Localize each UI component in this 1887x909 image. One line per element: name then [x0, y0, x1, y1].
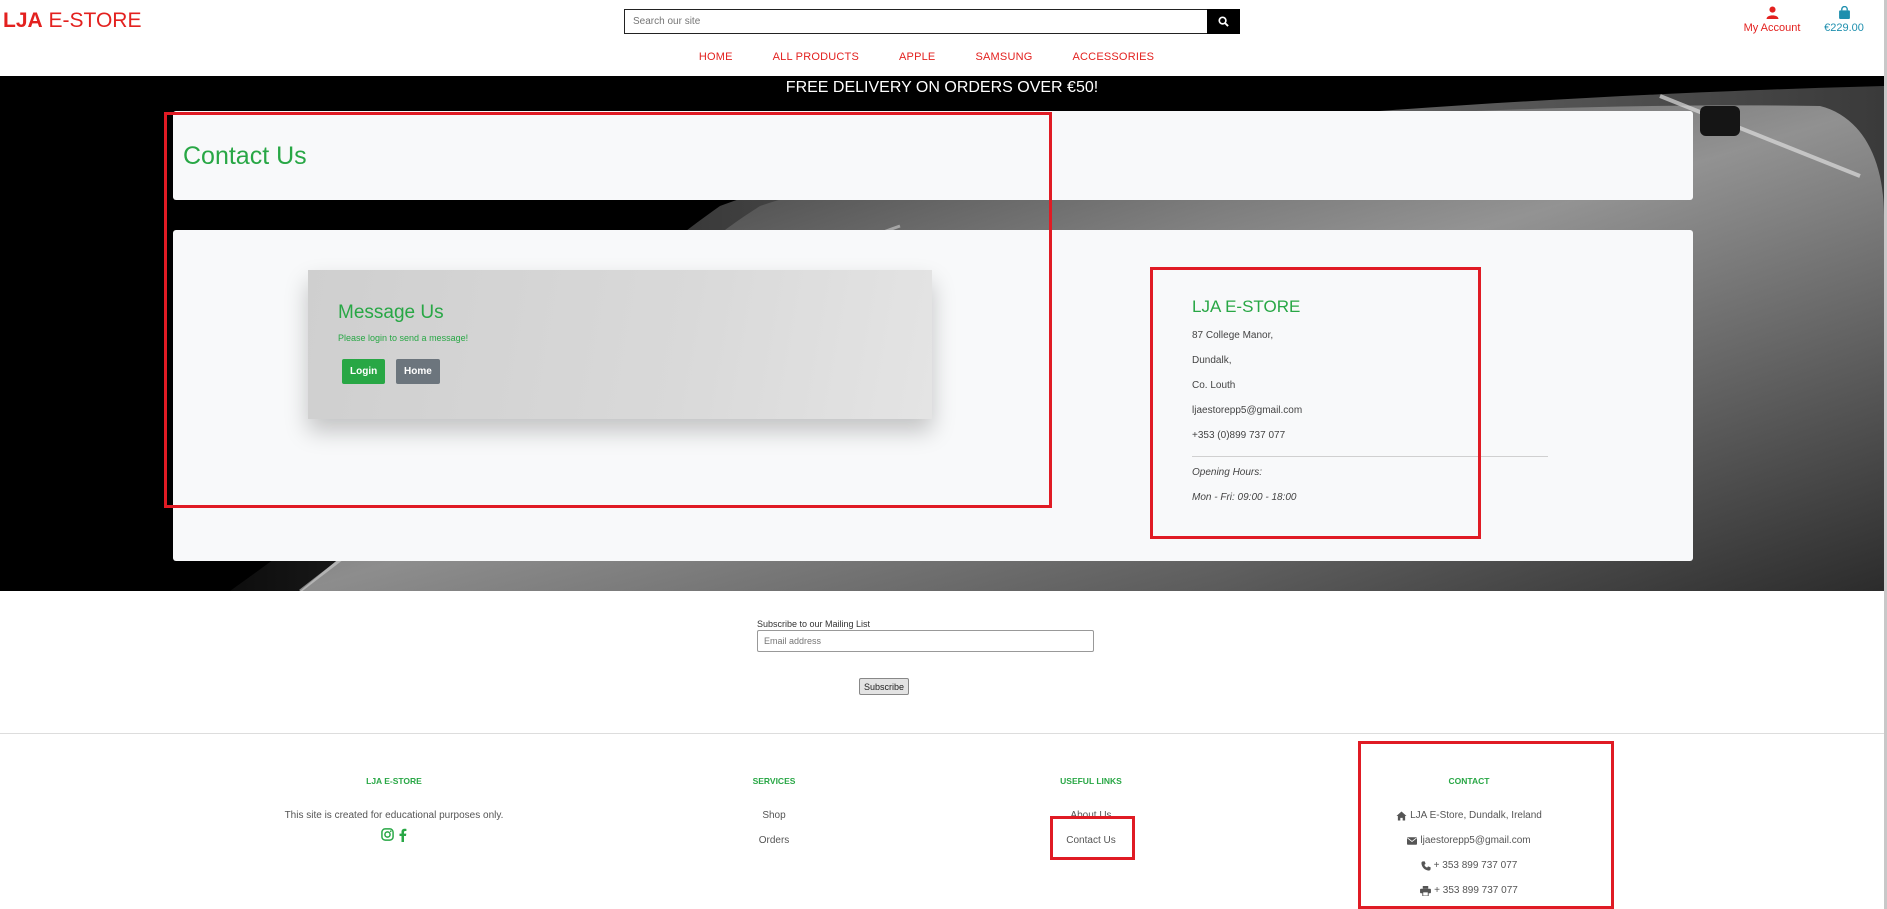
- subscribe-button[interactable]: Subscribe: [859, 678, 910, 695]
- user-icon: [1766, 6, 1778, 19]
- highlight-footer-contact-link: [1050, 816, 1135, 860]
- main-nav: HOME ALL PRODUCTS APPLE SAMSUNG ACCESSOR…: [0, 51, 1887, 63]
- free-delivery-banner: FREE DELIVERY ON ORDERS OVER €50!: [785, 79, 1099, 96]
- brand-rest: E-STORE: [42, 9, 142, 32]
- footer-link-orders[interactable]: Orders: [759, 835, 790, 846]
- nav-accessories[interactable]: ACCESSORIES: [1073, 51, 1155, 63]
- nav-home[interactable]: HOME: [699, 51, 733, 63]
- footer-about-text: This site is created for educational pur…: [284, 810, 504, 821]
- footer-services: SERVICES Shop Orders: [694, 734, 854, 853]
- cart-total: €229.00: [1824, 22, 1864, 34]
- shopping-bag-icon: [1838, 5, 1850, 19]
- brand-logo[interactable]: LJA E-STORE: [3, 9, 141, 33]
- highlight-store-address: [1150, 267, 1481, 539]
- cart-link[interactable]: €229.00: [1820, 5, 1868, 34]
- nav-all-products[interactable]: ALL PRODUCTS: [773, 51, 859, 63]
- mailing-list-label: Subscribe to our Mailing List: [757, 619, 871, 629]
- my-account-label: My Account: [1743, 22, 1801, 34]
- footer-about: LJA E-STORE This site is created for edu…: [234, 734, 554, 842]
- footer-link-shop[interactable]: Shop: [762, 810, 785, 821]
- highlight-footer-contact: [1358, 741, 1614, 909]
- facebook-icon[interactable]: [398, 828, 407, 842]
- search-icon: [1218, 16, 1229, 27]
- social-links: [234, 828, 554, 842]
- search-input[interactable]: [624, 9, 1207, 34]
- footer-about-title: LJA E-STORE: [366, 776, 422, 786]
- search-button[interactable]: [1207, 9, 1240, 34]
- instagram-icon[interactable]: [381, 828, 394, 841]
- email-field[interactable]: [757, 630, 1094, 652]
- highlight-contact-form: [164, 112, 1052, 508]
- search-bar: [624, 9, 1240, 34]
- my-account-link[interactable]: My Account: [1740, 6, 1804, 34]
- brand-bold: LJA: [3, 9, 43, 32]
- footer-useful-title: USEFUL LINKS: [1060, 776, 1122, 786]
- nav-samsung[interactable]: SAMSUNG: [975, 51, 1032, 63]
- nav-apple[interactable]: APPLE: [899, 51, 935, 63]
- footer-services-title: SERVICES: [752, 776, 796, 786]
